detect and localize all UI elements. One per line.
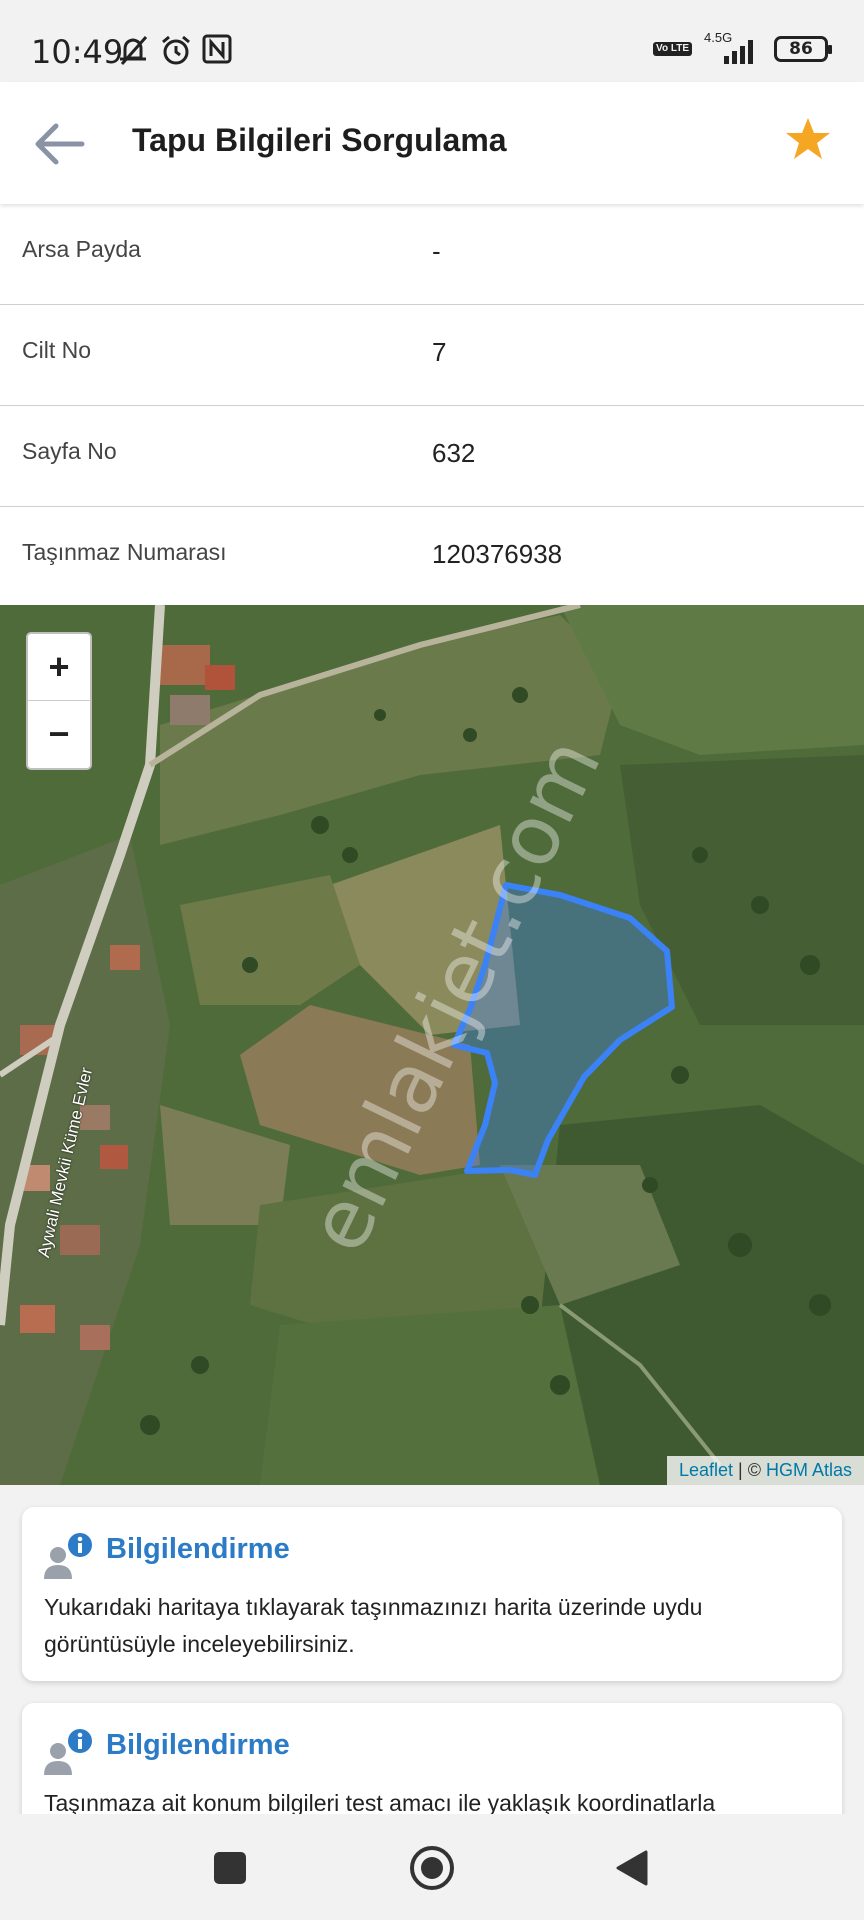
info-label: Arsa Payda — [22, 236, 141, 262]
back-button[interactable] — [28, 114, 90, 174]
zoom-control: + − — [26, 632, 92, 770]
alarm-icon — [162, 35, 190, 65]
attribution-separator: | © — [733, 1460, 766, 1480]
info-row: Arsa Payda - — [0, 204, 864, 305]
satellite-map[interactable]: + − emlakjet.com Aywali Mevkii Küme Evle… — [0, 605, 864, 1485]
info-value: - — [432, 236, 441, 266]
info-row: Cilt No 7 — [0, 305, 864, 406]
signal-icon — [724, 40, 753, 64]
leaflet-link[interactable]: Leaflet — [679, 1460, 733, 1481]
user-info-icon — [44, 1533, 92, 1579]
info-row: Taşınmaz Numarası 120376938 — [0, 507, 864, 608]
status-time: 10:49 — [31, 33, 124, 71]
app-screen: 10:49 Vo LTE 4.5G 86 Tapu Bilgileri Sorg… — [0, 0, 864, 1920]
hgm-atlas-link[interactable]: HGM Atlas — [766, 1460, 852, 1481]
parcel-info-table: Arsa Payda - Cilt No 7 Sayfa No 632 Taşı… — [0, 204, 864, 608]
favorite-button[interactable] — [784, 116, 832, 167]
zoom-in-button[interactable]: + — [28, 634, 90, 700]
back-nav-button[interactable] — [608, 1844, 656, 1892]
page-title: Tapu Bilgileri Sorgulama — [132, 122, 507, 158]
volte-icon: Vo LTE — [653, 42, 692, 56]
recents-button[interactable] — [206, 1844, 254, 1892]
nfc-icon — [202, 34, 232, 64]
info-label: Taşınmaz Numarası — [22, 539, 227, 565]
home-button[interactable] — [408, 1844, 456, 1892]
info-label: Sayfa No — [22, 438, 117, 464]
app-bar: Tapu Bilgileri Sorgulama — [0, 82, 864, 204]
info-row: Sayfa No 632 — [0, 406, 864, 507]
card-title: Bilgilendirme — [106, 1533, 290, 1565]
zoom-out-button[interactable]: − — [28, 700, 90, 766]
info-value: 632 — [432, 438, 476, 468]
status-bar: 10:49 Vo LTE 4.5G 86 — [0, 0, 864, 82]
status-system-icons: Vo LTE 4.5G 86 — [653, 30, 832, 64]
battery-icon: 86 — [774, 36, 832, 62]
user-info-icon — [44, 1729, 92, 1775]
card-title: Bilgilendirme — [106, 1729, 290, 1761]
info-value: 7 — [432, 337, 447, 367]
card-text: Yukarıdaki haritaya tıklayarak taşınmazı… — [44, 1594, 703, 1657]
arrow-left-icon — [35, 123, 85, 165]
home-circle-icon — [410, 1846, 454, 1890]
notifications-off-icon — [120, 36, 148, 65]
signal-indicator: 4.5G — [704, 30, 762, 64]
info-value: 120376938 — [432, 539, 563, 569]
system-nav-bar — [0, 1814, 864, 1920]
info-label: Cilt No — [22, 337, 92, 363]
triangle-back-icon — [616, 1850, 648, 1886]
square-icon — [214, 1852, 246, 1884]
info-card: Bilgilendirme Yukarıdaki haritaya tıklay… — [22, 1507, 842, 1681]
map-attribution: Leaflet | © HGM Atlas — [666, 1456, 864, 1485]
status-notification-icons — [116, 34, 232, 66]
star-icon — [786, 118, 830, 159]
